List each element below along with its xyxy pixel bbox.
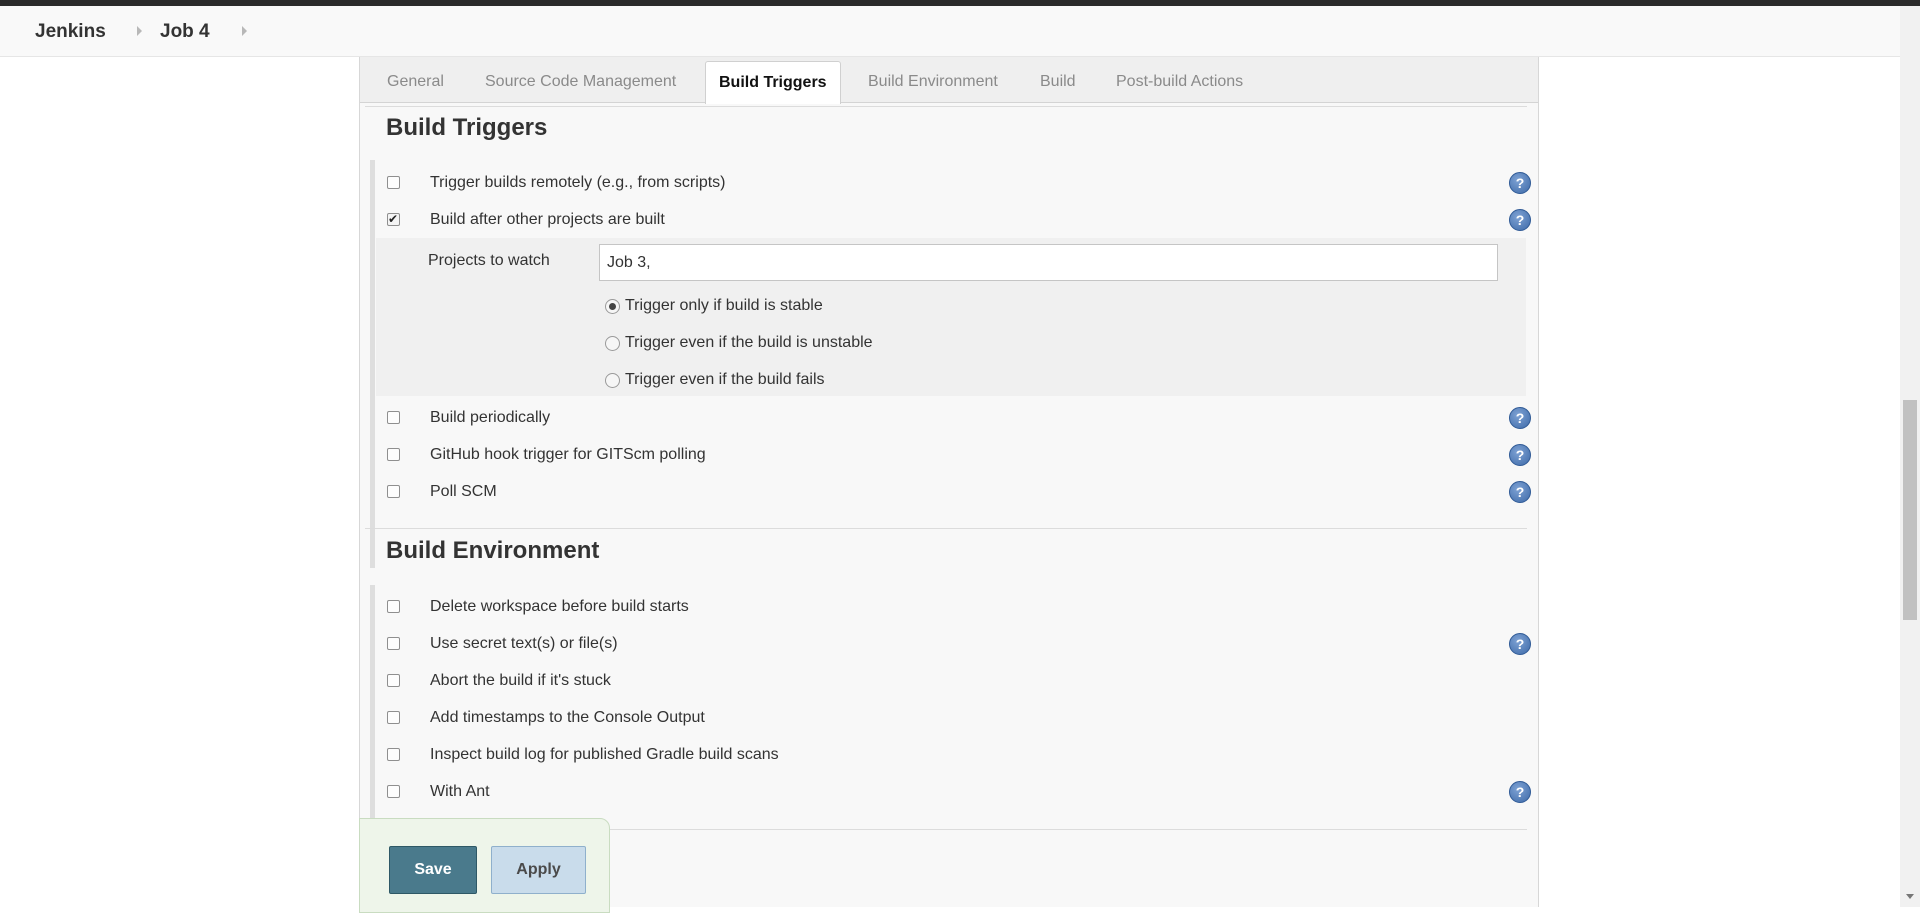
help-question-icon[interactable]: ? bbox=[1509, 444, 1531, 466]
section-divider bbox=[365, 528, 1527, 529]
help-question-icon[interactable]: ? bbox=[1509, 481, 1531, 503]
checkbox-add-timestamps[interactable] bbox=[387, 711, 400, 724]
option-trigger-remotely: Trigger builds remotely (e.g., from scri… bbox=[378, 172, 1531, 200]
projects-to-watch-input[interactable] bbox=[599, 244, 1498, 281]
checkbox-inspect-gradle-log[interactable] bbox=[387, 748, 400, 761]
option-github-hook: GitHub hook trigger for GITScm polling ? bbox=[378, 444, 1531, 472]
option-add-timestamps: Add timestamps to the Console Output bbox=[378, 707, 1518, 735]
save-button[interactable]: Save bbox=[389, 846, 477, 894]
breadcrumb-item-job[interactable]: Job 4 bbox=[160, 21, 210, 43]
help-question-icon[interactable]: ? bbox=[1509, 633, 1531, 655]
projects-to-watch-label: Projects to watch bbox=[428, 252, 550, 269]
section-indent-bar bbox=[370, 160, 375, 568]
radio-label: Trigger even if the build is unstable bbox=[625, 334, 873, 351]
chevron-right-icon[interactable] bbox=[242, 26, 247, 36]
scroll-down-arrow-icon[interactable] bbox=[1906, 894, 1914, 899]
section-title-build-triggers: Build Triggers bbox=[386, 114, 548, 141]
radio-selected-dot bbox=[609, 303, 616, 310]
breadcrumb-item-jenkins[interactable]: Jenkins bbox=[35, 21, 106, 43]
radio-trigger-unstable[interactable] bbox=[605, 336, 620, 351]
option-label: Build after other projects are built bbox=[430, 211, 665, 228]
radio-trigger-stable[interactable] bbox=[605, 299, 620, 314]
checkbox-build-after-other-projects[interactable]: ✔ bbox=[387, 212, 400, 226]
tab-source-code-management[interactable]: Source Code Management bbox=[485, 73, 676, 91]
option-abort-if-stuck: Abort the build if it's stuck bbox=[378, 670, 1518, 698]
tab-general[interactable]: General bbox=[387, 73, 444, 91]
option-label: Delete workspace before build starts bbox=[430, 598, 689, 615]
checkbox-github-hook[interactable] bbox=[387, 448, 400, 461]
option-label: Trigger builds remotely (e.g., from scri… bbox=[430, 174, 726, 191]
option-with-ant: With Ant ? bbox=[378, 781, 1531, 809]
option-label: Add timestamps to the Console Output bbox=[430, 709, 705, 726]
save-apply-bar: Save Apply bbox=[359, 818, 610, 913]
option-label: Abort the build if it's stuck bbox=[430, 672, 611, 689]
option-build-periodically: Build periodically ? bbox=[378, 407, 1531, 435]
option-label: Use secret text(s) or file(s) bbox=[430, 635, 618, 652]
option-label: GitHub hook trigger for GITScm polling bbox=[430, 446, 706, 463]
checkbox-delete-workspace[interactable] bbox=[387, 600, 400, 613]
option-poll-scm: Poll SCM ? bbox=[378, 481, 1531, 509]
option-use-secret-text: Use secret text(s) or file(s) ? bbox=[378, 633, 1531, 661]
tab-build-triggers[interactable]: Build Triggers bbox=[705, 61, 841, 104]
option-label: With Ant bbox=[430, 783, 490, 800]
option-label: Poll SCM bbox=[430, 483, 497, 500]
checkbox-abort-if-stuck[interactable] bbox=[387, 674, 400, 687]
tab-build[interactable]: Build bbox=[1040, 73, 1076, 91]
checkbox-build-periodically[interactable] bbox=[387, 411, 400, 424]
option-build-after-other-projects: ✔ Build after other projects are built ? bbox=[378, 209, 1531, 237]
tab-build-environment[interactable]: Build Environment bbox=[868, 73, 998, 91]
checkmark-icon: ✔ bbox=[388, 212, 399, 226]
checkbox-trigger-remotely[interactable] bbox=[387, 176, 400, 189]
chevron-right-icon[interactable] bbox=[137, 26, 142, 36]
config-panel: General Source Code Management Build Tri… bbox=[359, 57, 1539, 907]
help-question-icon[interactable]: ? bbox=[1509, 781, 1531, 803]
radio-label: Trigger even if the build fails bbox=[625, 371, 825, 388]
option-label: Inspect build log for published Gradle b… bbox=[430, 746, 779, 763]
help-question-icon[interactable]: ? bbox=[1509, 172, 1531, 194]
radio-trigger-fails[interactable] bbox=[605, 373, 620, 388]
checkbox-with-ant[interactable] bbox=[387, 785, 400, 798]
projects-to-watch-panel: Projects to watch Trigger only if build … bbox=[376, 238, 1526, 396]
option-inspect-gradle-log: Inspect build log for published Gradle b… bbox=[378, 744, 1518, 772]
apply-button[interactable]: Apply bbox=[491, 846, 586, 894]
radio-label: Trigger only if build is stable bbox=[625, 297, 823, 314]
section-divider bbox=[365, 106, 1527, 107]
help-question-icon[interactable]: ? bbox=[1509, 209, 1531, 231]
checkbox-poll-scm[interactable] bbox=[387, 485, 400, 498]
tab-bar: General Source Code Management Build Tri… bbox=[360, 57, 1538, 104]
tab-post-build-actions[interactable]: Post-build Actions bbox=[1116, 73, 1243, 91]
checkbox-use-secret-text[interactable] bbox=[387, 637, 400, 650]
scrollbar-thumb[interactable] bbox=[1903, 400, 1917, 620]
help-question-icon[interactable]: ? bbox=[1509, 407, 1531, 429]
option-label: Build periodically bbox=[430, 409, 551, 426]
option-delete-workspace: Delete workspace before build starts bbox=[378, 596, 1518, 624]
breadcrumb: Jenkins Job 4 bbox=[0, 6, 1900, 57]
section-title-build-environment: Build Environment bbox=[386, 537, 600, 564]
vertical-scrollbar[interactable] bbox=[1900, 6, 1920, 907]
